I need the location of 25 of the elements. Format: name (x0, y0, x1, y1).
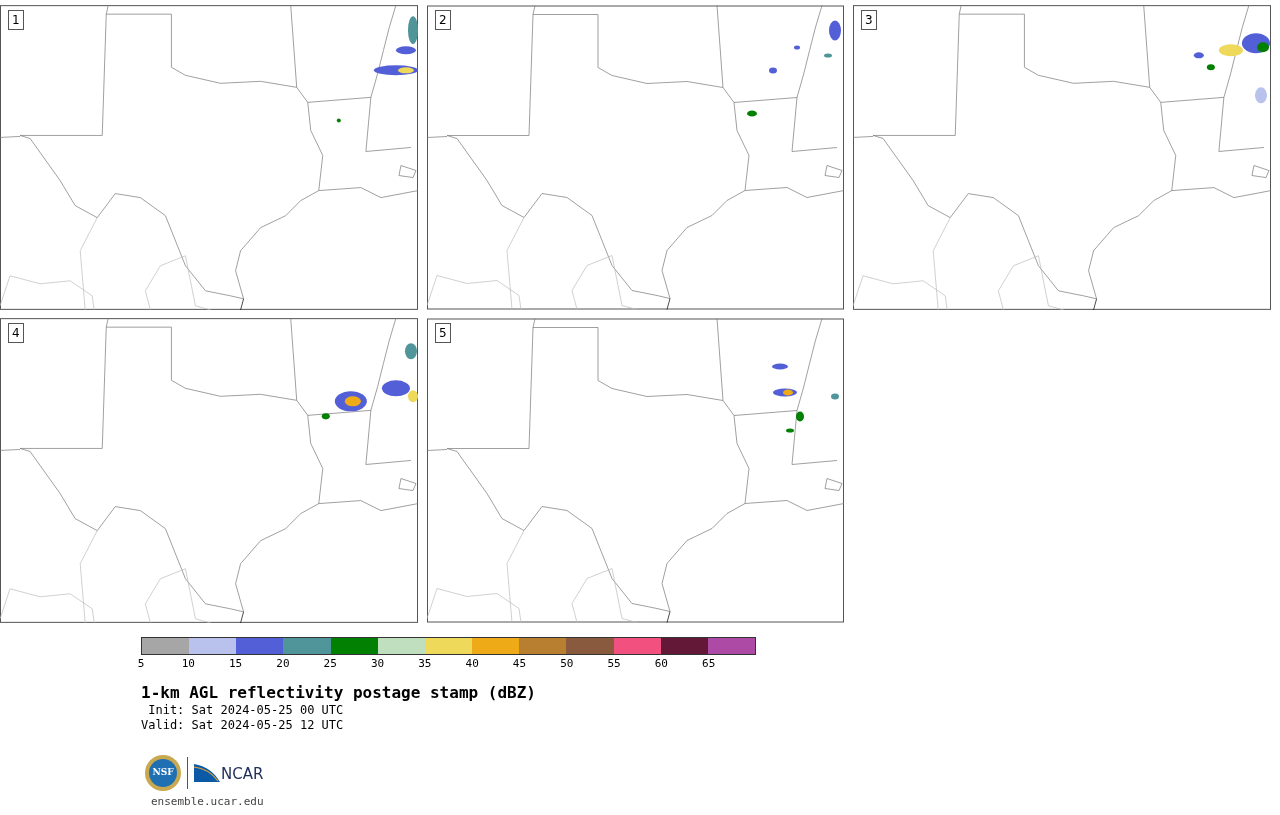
ncar-logo: NCAR (194, 764, 264, 782)
tick-label: 65 (702, 658, 716, 670)
init-time: Init: Sat 2024-05-25 00 UTC (147, 703, 344, 718)
tick-label: 20 (276, 658, 290, 670)
panel-number: 3 (861, 10, 877, 30)
tick-label: 40 (465, 658, 479, 670)
tick-label: 5 (137, 658, 145, 670)
tick-label: 55 (607, 658, 621, 670)
nsf-logo: NSF (145, 755, 181, 791)
panel-number: 1 (8, 10, 24, 30)
panel-number: 5 (435, 323, 451, 343)
tick-label: 10 (181, 658, 195, 670)
tick-label: 60 (654, 658, 668, 670)
tick-label: 50 (560, 658, 574, 670)
radar-echoes-drawing (772, 363, 839, 433)
panel-number: 4 (8, 323, 24, 343)
tick-label: 30 (370, 658, 385, 670)
tick-label: 35 (418, 658, 432, 670)
tick-label: 25 (323, 658, 337, 670)
panel-number: 2 (435, 10, 451, 30)
tick-label: 15 (229, 658, 243, 670)
valid-time: Valid: Sat 2024-05-25 12 UTC (141, 718, 344, 733)
chart-title: 1-km AGL reflectivity postage stamp (dBZ) (141, 683, 536, 703)
tick-label: 45 (512, 658, 527, 670)
site-url: ensemble.ucar.edu (151, 795, 264, 808)
